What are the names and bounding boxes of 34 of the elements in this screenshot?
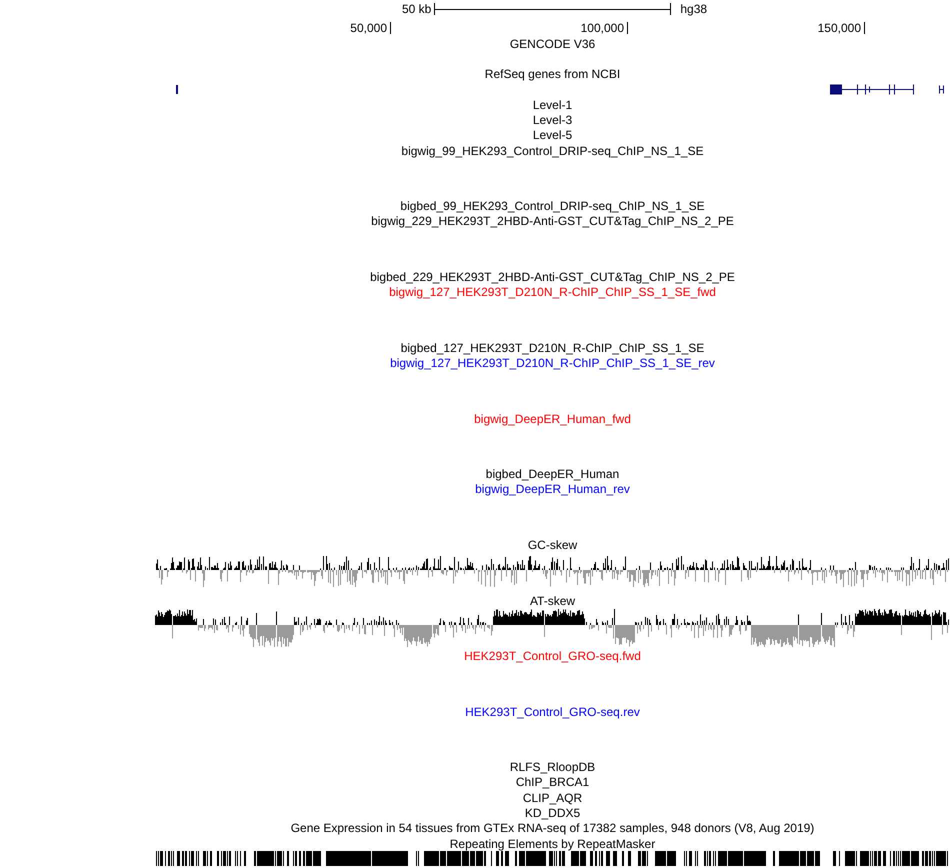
track-label: HEK293T_Control_GRO-seq.fwd	[464, 649, 641, 664]
gene-feature	[939, 85, 944, 94]
ruler-position-label: 100,000	[580, 21, 624, 36]
track-label: bigwig_DeepER_Human_fwd	[474, 412, 631, 426]
track-label: Level-5	[532, 128, 572, 142]
assembly-label: hg38	[680, 2, 708, 16]
track-label: AT-skew	[530, 594, 576, 608]
scale-label: 50 kb	[402, 2, 432, 16]
track-label: bigwig_229_HEK293T_2HBD-Anti-GST_CUT&Tag_ChIP_NS_2_PE	[371, 214, 734, 228]
track-label: Level-3	[532, 112, 572, 127]
track-label: Repeating Elements by RepeatMasker	[450, 836, 656, 851]
ruler-tick	[390, 22, 391, 34]
track-label: bigbed_DeepER_Human	[486, 467, 620, 482]
track-label: bigwig_127_HEK293T_D210N_R-ChIP_ChIP_SS_1_SE_rev	[390, 356, 715, 370]
track-label: CLIP_AQR	[522, 790, 582, 805]
ruler-position-label: 50,000	[350, 21, 387, 36]
track-label: RefSeq genes from NCBI	[484, 67, 620, 82]
track-label: bigwig_127_HEK293T_D210N_R-ChIP_ChIP_SS_1_SE_fwd	[389, 285, 716, 300]
track-label: bigwig_99_HEK293_Control_DRIP-seq_ChIP_NS_1_SE	[401, 144, 704, 158]
track-label: bigbed_127_HEK293T_D210N_R-ChIP_ChIP_SS_1_SE	[400, 340, 704, 355]
track-label: Gene Expression in 54 tissues from GTEx RNA-seq of 17382 samples, 948 donors (V8, Aug 2019)	[290, 821, 814, 836]
track-label: GC-skew	[528, 538, 578, 552]
track-label: HEK293T_Control_GRO-seq.rev	[465, 704, 640, 719]
track-label: bigbed_99_HEK293_Control_DRIP-seq_ChIP_NS_1_SE	[400, 199, 705, 214]
ruler-position-label: 150,000	[818, 21, 861, 36]
track-label: RLFS_RloopDB	[510, 760, 596, 774]
ruler-tick	[627, 22, 628, 34]
track-label: KD_DDX5	[524, 806, 580, 820]
ruler-tick	[864, 22, 865, 34]
track-label: bigbed_229_HEK293T_2HBD-Anti-GST_CUT&Tag_ChIP_NS_2_PE	[370, 270, 735, 284]
track-label: ChIP_BRCA1	[516, 775, 590, 790]
track-label: GENCODE V36	[510, 36, 596, 51]
track-label: bigwig_DeepER_Human_rev	[475, 482, 630, 496]
track-label: Level-1	[532, 98, 572, 112]
